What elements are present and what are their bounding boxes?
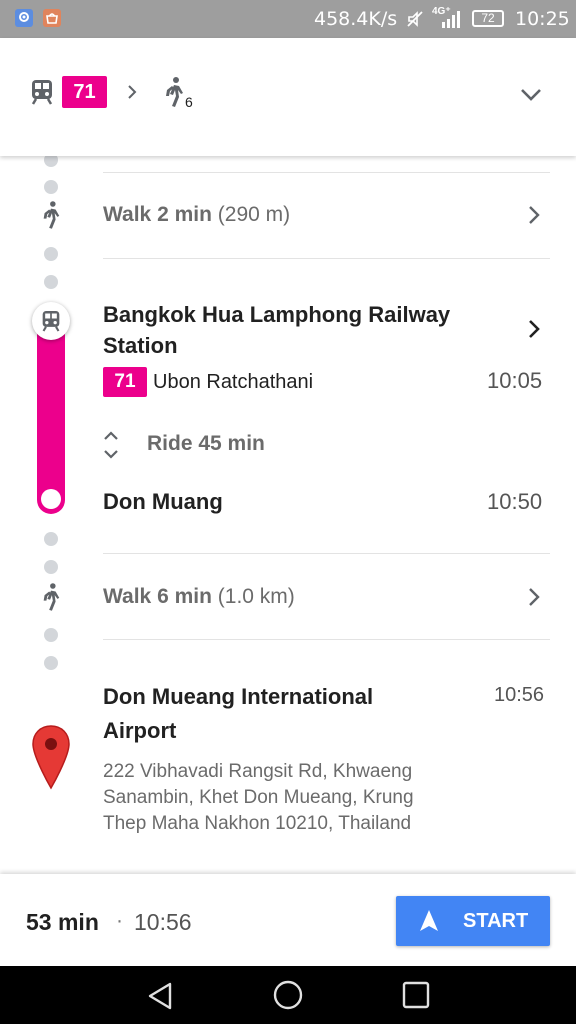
start-label: START (463, 910, 529, 932)
route-badge: 71 (62, 76, 107, 108)
path-dot (44, 628, 58, 642)
address-line: Thep Maha Nakhon 10210, Thailand (103, 813, 412, 834)
expand-collapse-icon[interactable] (102, 430, 120, 465)
path-dot (44, 560, 58, 574)
chevron-right-icon[interactable] (527, 586, 545, 610)
battery-icon: 72 (472, 10, 504, 27)
arrival-station[interactable]: Don Muang (103, 486, 223, 517)
chevron-right-icon[interactable] (527, 318, 545, 342)
departure-station-line1: Bangkok Hua Lamphong Railway (103, 302, 451, 327)
expand-chevron-icon[interactable] (520, 88, 542, 107)
departure-station-line2: Station (103, 333, 178, 358)
route-number: 71 (114, 371, 136, 392)
arrival-time: 10:50 (487, 489, 543, 514)
walk-duration: Walk 6 min (103, 585, 212, 608)
destination-name-line1: Don Mueang International (103, 684, 374, 709)
status-bar: 458.4K/s 4G⁺ 72 10:25 (0, 0, 576, 38)
recents-icon[interactable] (402, 981, 430, 1014)
network-speed: 458.4K/s (314, 8, 398, 30)
path-dot (44, 532, 58, 546)
mute-icon (405, 9, 425, 34)
headsign: Ubon Ratchathani (153, 371, 314, 393)
path-dot (44, 247, 58, 261)
train-stop-marker (32, 302, 70, 340)
destination-time: 10:56 (494, 684, 545, 706)
walk-icon (162, 76, 186, 113)
arrival-stop-marker (41, 489, 61, 509)
walk-step-2[interactable]: Walk 6 min (1.0 km) (103, 585, 295, 609)
home-icon[interactable] (273, 980, 303, 1015)
clock: 10:25 (515, 8, 570, 30)
divider (103, 258, 550, 259)
route-summary-header[interactable]: 71 6 (0, 38, 576, 156)
walk-icon (40, 200, 62, 235)
divider (103, 172, 550, 173)
destination-name-line2: Airport (103, 718, 177, 743)
separator-dot: · (116, 909, 123, 932)
walk-icon (40, 582, 62, 617)
walk-duration: Walk 2 min (103, 203, 212, 226)
bottom-summary-bar: 53 min · 10:56 START (0, 874, 576, 966)
divider (103, 639, 550, 640)
transit-line (37, 320, 65, 514)
location-app-icon (15, 9, 33, 27)
back-icon[interactable] (146, 981, 174, 1016)
train-icon (30, 79, 54, 110)
battery-level: 72 (481, 11, 495, 25)
departure-station[interactable]: Bangkok Hua Lamphong Railway Station (103, 299, 503, 361)
path-dot (44, 180, 58, 194)
path-dot (44, 656, 58, 670)
arrival-time-summary: 10:56 (134, 909, 192, 935)
train-icon (42, 311, 60, 332)
system-nav-bar (0, 966, 576, 1024)
walk-distance: (290 m) (217, 203, 291, 226)
walk-distance: (1.0 km) (217, 585, 295, 608)
chevron-right-icon[interactable] (527, 204, 545, 228)
divider (103, 553, 550, 554)
route-badge: 71 (103, 367, 147, 397)
address-line: 222 Vibhavadi Rangsit Rd, Khwaeng (103, 761, 413, 782)
shopping-app-icon (43, 9, 61, 27)
address-line: Sanambin, Khet Don Mueang, Krung (103, 787, 414, 808)
route-number: 71 (73, 81, 96, 103)
destination-pin-icon (31, 724, 71, 795)
path-dot (44, 275, 58, 289)
ride-duration[interactable]: Ride 45 min (147, 432, 265, 456)
departure-time: 10:05 (487, 368, 543, 393)
navigation-arrow-icon (418, 909, 440, 938)
destination-name[interactable]: Don Mueang International Airport (103, 680, 483, 748)
start-button[interactable]: START (396, 896, 550, 946)
walk-count: 6 (185, 94, 193, 110)
chevron-right-icon (126, 83, 138, 106)
destination-address: 222 Vibhavadi Rangsit Rd, Khwaeng Sanamb… (103, 759, 414, 837)
walk-step-1[interactable]: Walk 2 min (290 m) (103, 203, 290, 227)
total-duration: 53 min (26, 909, 99, 935)
signal-icon (440, 9, 464, 34)
